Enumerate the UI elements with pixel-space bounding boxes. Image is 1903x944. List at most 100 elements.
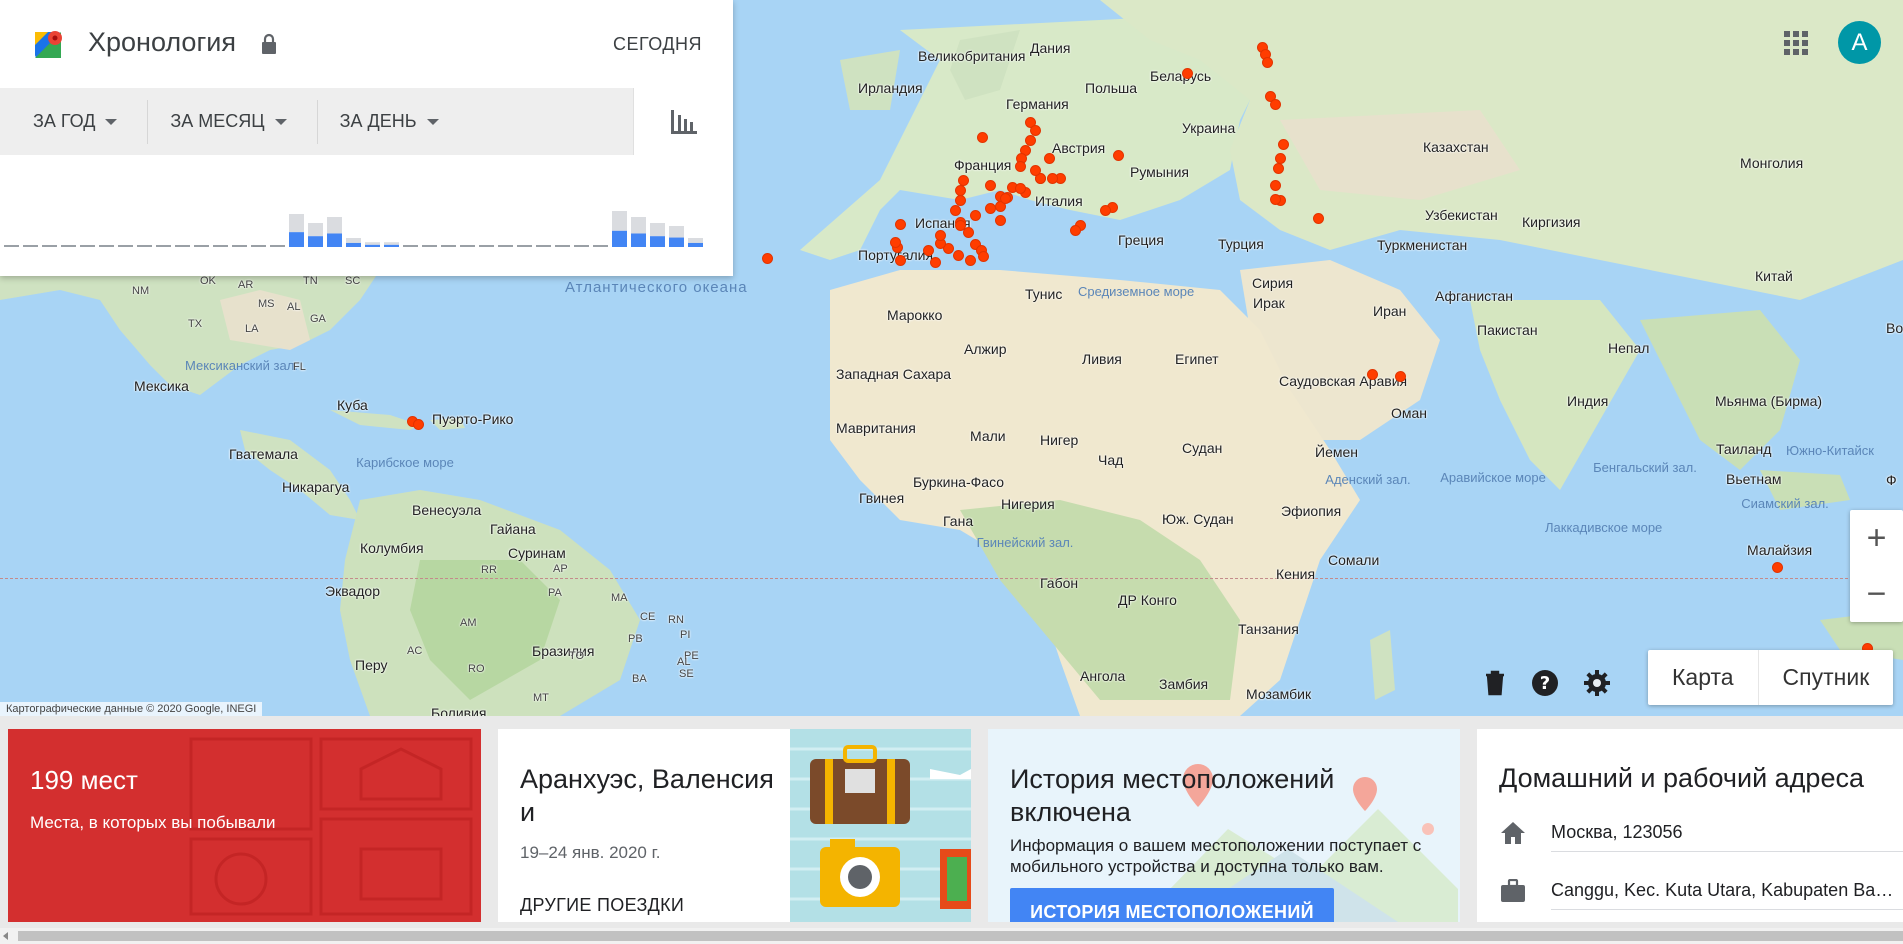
- visited-place-marker[interactable]: [1273, 163, 1284, 174]
- zoom-in-button[interactable]: +: [1850, 510, 1903, 566]
- other-trips-link[interactable]: ДРУГИЕ ПОЕЗДКИ: [520, 895, 684, 916]
- histogram-bar-empty[interactable]: [593, 245, 608, 247]
- visited-place-marker[interactable]: [977, 132, 988, 143]
- histogram-bar-active[interactable]: [365, 244, 380, 247]
- histogram-bar-muted[interactable]: [688, 238, 703, 243]
- histogram-bar-empty[interactable]: [232, 245, 247, 247]
- histogram-bar-empty[interactable]: [118, 245, 133, 247]
- histogram-bar-active[interactable]: [384, 244, 399, 247]
- visited-place-marker[interactable]: [985, 180, 996, 191]
- map-type-map-button[interactable]: Карта: [1648, 650, 1758, 705]
- location-history-button[interactable]: ИСТОРИЯ МЕСТОПОЛОЖЕНИЙ: [1010, 888, 1334, 922]
- visited-place-marker[interactable]: [1367, 369, 1378, 380]
- histogram-bar-muted[interactable]: [327, 217, 342, 234]
- histogram-bar-empty[interactable]: [213, 245, 228, 247]
- visited-place-marker[interactable]: [950, 205, 961, 216]
- visited-place-marker[interactable]: [978, 251, 989, 262]
- histogram-bar-muted[interactable]: [631, 217, 646, 234]
- visited-place-marker[interactable]: [1270, 99, 1281, 110]
- histogram-bar-muted[interactable]: [650, 223, 665, 237]
- histogram-bar-empty[interactable]: [4, 245, 19, 247]
- histogram-bar-empty[interactable]: [441, 245, 456, 247]
- visited-place-marker[interactable]: [1015, 161, 1026, 172]
- histogram-bar-empty[interactable]: [175, 245, 190, 247]
- histogram-bar-active[interactable]: [631, 233, 646, 248]
- histogram-bar-empty[interactable]: [156, 245, 171, 247]
- trip-card[interactable]: Аранхуэс, Валенсия и 19–24 янв. 2020 г. …: [498, 729, 971, 922]
- visited-place-marker[interactable]: [923, 245, 934, 256]
- histogram-bar-muted[interactable]: [346, 238, 361, 243]
- histogram-bar-empty[interactable]: [23, 245, 38, 247]
- visited-place-marker[interactable]: [995, 215, 1006, 226]
- histogram-bar-muted[interactable]: [289, 214, 304, 233]
- google-apps-icon[interactable]: [1783, 30, 1809, 56]
- activity-histogram[interactable]: [0, 155, 733, 276]
- visited-place-marker[interactable]: [1313, 213, 1324, 224]
- month-dropdown[interactable]: ЗА МЕСЯЦ: [147, 99, 316, 144]
- visited-place-marker[interactable]: [895, 255, 906, 266]
- histogram-bar-empty[interactable]: [403, 245, 418, 247]
- visited-place-marker[interactable]: [762, 253, 773, 264]
- bar-chart-toggle[interactable]: [633, 88, 733, 155]
- help-icon[interactable]: ?: [1530, 668, 1560, 698]
- histogram-bar-muted[interactable]: [365, 242, 380, 245]
- histogram-bar-empty[interactable]: [194, 245, 209, 247]
- visited-place-marker[interactable]: [1015, 183, 1026, 194]
- histogram-bar-active[interactable]: [327, 233, 342, 248]
- histogram-bar-active[interactable]: [669, 237, 684, 247]
- histogram-bar-active[interactable]: [688, 242, 703, 247]
- histogram-bar-empty[interactable]: [517, 245, 532, 247]
- histogram-bar-empty[interactable]: [460, 245, 475, 247]
- histogram-bar-muted[interactable]: [612, 211, 627, 231]
- histogram-bar-muted[interactable]: [669, 226, 684, 238]
- histogram-bar-empty[interactable]: [479, 245, 494, 247]
- histogram-bar-active[interactable]: [650, 236, 665, 247]
- visited-place-marker[interactable]: [935, 230, 946, 241]
- visited-place-marker[interactable]: [1030, 165, 1041, 176]
- visited-place-marker[interactable]: [953, 250, 964, 261]
- histogram-bar-empty[interactable]: [42, 245, 57, 247]
- visited-place-marker[interactable]: [895, 219, 906, 230]
- visited-place-marker[interactable]: [1772, 562, 1783, 573]
- visited-place-marker[interactable]: [970, 210, 981, 221]
- scroll-left-arrow-icon[interactable]: [3, 932, 8, 940]
- visited-place-marker[interactable]: [1044, 153, 1055, 164]
- histogram-bar-empty[interactable]: [251, 245, 266, 247]
- visited-place-marker[interactable]: [1070, 225, 1081, 236]
- histogram-bar-muted[interactable]: [308, 223, 323, 237]
- histogram-bar-empty[interactable]: [99, 245, 114, 247]
- today-button[interactable]: СЕГОДНЯ: [613, 34, 702, 55]
- horizontal-scrollbar[interactable]: [0, 928, 1903, 944]
- visited-place-marker[interactable]: [1000, 193, 1011, 204]
- visited-place-marker[interactable]: [1270, 180, 1281, 191]
- trash-icon[interactable]: [1480, 668, 1510, 698]
- visited-place-marker[interactable]: [1278, 139, 1289, 150]
- day-dropdown[interactable]: ЗА ДЕНЬ: [316, 99, 469, 144]
- visited-place-marker[interactable]: [1270, 194, 1281, 205]
- visited-place-marker[interactable]: [930, 257, 941, 268]
- visited-place-marker[interactable]: [1262, 57, 1273, 68]
- visited-place-marker[interactable]: [1047, 173, 1058, 184]
- home-address-row[interactable]: Москва, 123056: [1499, 813, 1903, 853]
- visited-place-marker[interactable]: [1395, 371, 1406, 382]
- histogram-bar-empty[interactable]: [574, 245, 589, 247]
- account-avatar[interactable]: A: [1838, 21, 1881, 64]
- visited-place-marker[interactable]: [413, 419, 424, 430]
- work-address-row[interactable]: Canggu, Kec. Kuta Utara, Kabupaten Badun…: [1499, 871, 1903, 911]
- histogram-bar-empty[interactable]: [137, 245, 152, 247]
- settings-gear-icon[interactable]: [1582, 668, 1612, 698]
- visited-place-marker[interactable]: [1113, 150, 1124, 161]
- zoom-out-button[interactable]: −: [1850, 566, 1903, 622]
- histogram-bar-active[interactable]: [612, 230, 627, 247]
- places-card[interactable]: 199 мест Места, в которых вы побывали: [8, 729, 481, 922]
- histogram-bar-active[interactable]: [289, 232, 304, 247]
- histogram-bar-empty[interactable]: [555, 245, 570, 247]
- histogram-bar-muted[interactable]: [384, 242, 399, 245]
- histogram-bar-empty[interactable]: [498, 245, 513, 247]
- map-type-satellite-button[interactable]: Спутник: [1757, 650, 1894, 705]
- histogram-bar-empty[interactable]: [61, 245, 76, 247]
- visited-place-marker[interactable]: [955, 220, 966, 231]
- visited-place-marker[interactable]: [1182, 68, 1193, 79]
- histogram-bar-empty[interactable]: [536, 245, 551, 247]
- scrollbar-thumb[interactable]: [18, 931, 1903, 941]
